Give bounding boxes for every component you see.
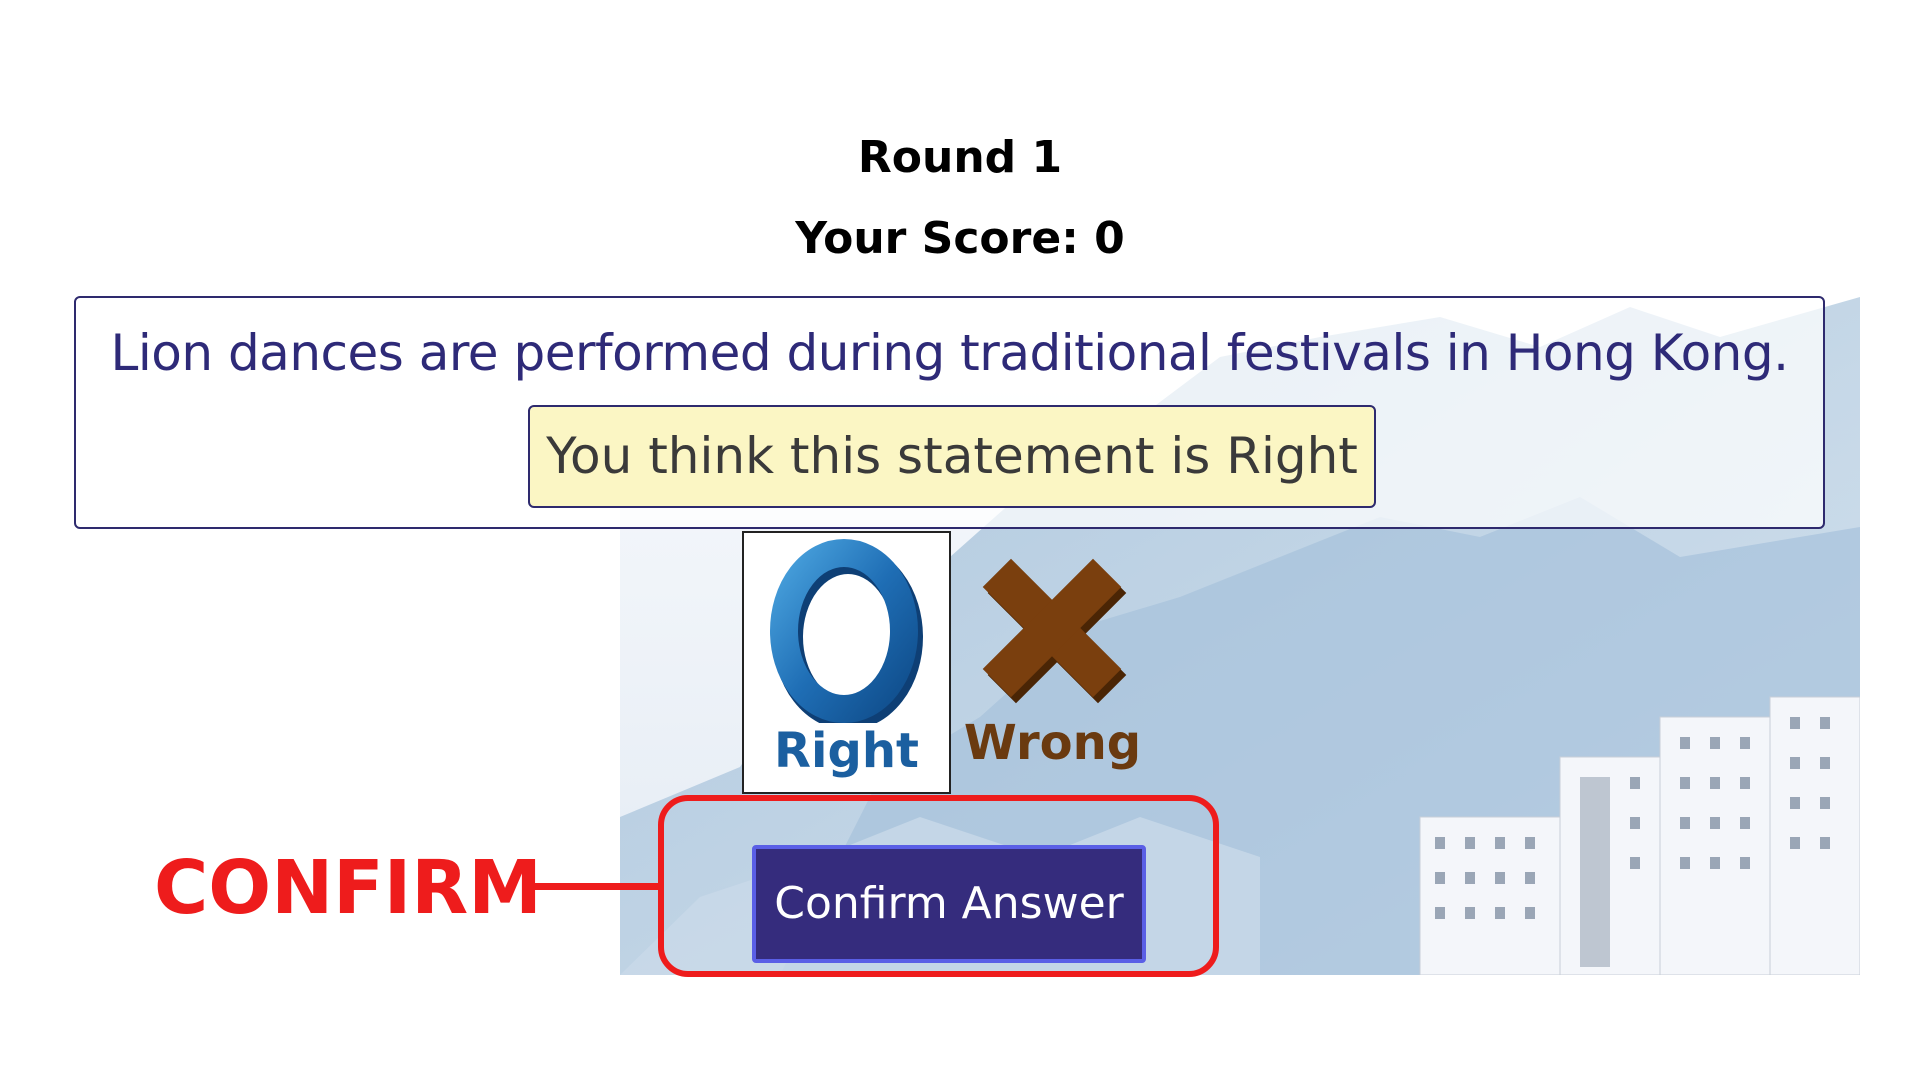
- quiz-page: Round 1 Your Score: 0 Lion dances are pe…: [0, 0, 1920, 1080]
- circle-icon: [770, 539, 923, 723]
- selection-feedback: You think this statement is Right: [528, 405, 1376, 508]
- confirm-answer-button[interactable]: Confirm Answer: [752, 845, 1146, 963]
- callout-connector-line: [530, 883, 660, 890]
- round-title: Round 1: [857, 132, 1063, 183]
- score-display: Your Score: 0: [795, 213, 1125, 264]
- cross-icon: [982, 558, 1127, 704]
- answer-right-option[interactable]: Right: [742, 531, 951, 794]
- wrong-label: Wrong: [963, 715, 1142, 771]
- statement-text: Lion dances are performed during traditi…: [110, 324, 1789, 382]
- right-label: Right: [774, 723, 919, 779]
- answer-wrong-option[interactable]: Wrong: [960, 540, 1145, 790]
- statement-panel: Lion dances are performed during traditi…: [74, 296, 1825, 529]
- confirm-callout-label: CONFIRM: [154, 845, 542, 931]
